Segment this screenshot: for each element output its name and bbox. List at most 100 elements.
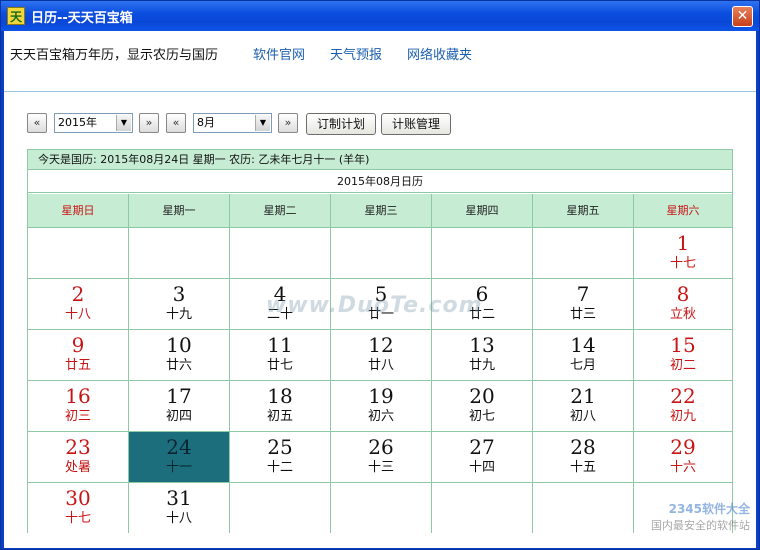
day-number: 11 — [267, 333, 293, 357]
next-year-button[interactable]: » — [139, 113, 159, 133]
day-number: 13 — [469, 333, 495, 357]
calendar-grid: 1 十七 2 十八 3 十九 4 二十 5 廿一 6 廿二 7 廿三 8 立秋 9 廿五 10 廿六 11 廿七 12 廿八 1… — [28, 227, 732, 533]
day-cell[interactable]: 26 十三 — [331, 431, 432, 482]
accounts-button[interactable]: 计账管理 — [381, 113, 451, 135]
day-cell[interactable]: 22 初九 — [634, 380, 732, 431]
lunar-date: 立秋 — [669, 307, 696, 322]
lunar-date: 十四 — [468, 460, 495, 475]
day-cell[interactable]: 28 十五 — [533, 431, 634, 482]
app-icon: 天 — [7, 7, 25, 25]
empty-cell — [331, 482, 432, 533]
lunar-date: 十八 — [165, 511, 192, 526]
day-number: 23 — [65, 435, 91, 459]
day-number: 1 — [676, 231, 690, 255]
day-number: 26 — [368, 435, 394, 459]
day-number: 22 — [670, 384, 696, 408]
day-number: 20 — [469, 384, 495, 408]
day-number: 30 — [65, 486, 91, 510]
day-cell[interactable]: 15 初二 — [634, 329, 732, 380]
weekday-label: 星期一 — [129, 194, 230, 227]
corner-watermark-logo: 2345软件大全 国内最安全的软件站 — [651, 502, 750, 532]
prev-month-button[interactable]: « — [166, 113, 186, 133]
weekday-label: 星期五 — [533, 194, 634, 227]
client-area: 天天百宝箱万年历，显示农历与国历 软件官网 天气预报 网络收藏夹 « 2015年… — [4, 31, 756, 548]
day-cell[interactable]: 16 初三 — [28, 380, 129, 431]
link-official-site[interactable]: 软件官网 — [253, 44, 305, 63]
day-cell[interactable]: 11 廿七 — [230, 329, 331, 380]
lunar-date: 初八 — [569, 409, 596, 424]
lunar-date: 初七 — [468, 409, 495, 424]
day-number: 19 — [368, 384, 394, 408]
day-cell[interactable]: 25 十二 — [230, 431, 331, 482]
dropdown-arrow-icon[interactable]: ▼ — [255, 115, 270, 131]
empty-cell — [129, 227, 230, 278]
day-cell[interactable]: 2 十八 — [28, 278, 129, 329]
day-cell[interactable]: 3 十九 — [129, 278, 230, 329]
link-favorites[interactable]: 网络收藏夹 — [407, 44, 472, 63]
empty-cell — [331, 227, 432, 278]
empty-cell — [230, 482, 331, 533]
day-number: 7 — [576, 282, 590, 306]
day-cell[interactable]: 13 廿九 — [432, 329, 533, 380]
day-cell[interactable]: 10 廿六 — [129, 329, 230, 380]
day-cell[interactable]: 20 初七 — [432, 380, 533, 431]
title-bar[interactable]: 天 日历--天天百宝箱 ✕ — [1, 1, 759, 31]
day-cell[interactable]: 7 廿三 — [533, 278, 634, 329]
empty-cell — [432, 482, 533, 533]
lunar-date: 廿五 — [64, 358, 91, 373]
lunar-date: 七月 — [569, 358, 596, 373]
day-cell[interactable]: 27 十四 — [432, 431, 533, 482]
day-number: 14 — [570, 333, 596, 357]
lunar-date: 初九 — [669, 409, 696, 424]
calendar: 今天是国历: 2015年08月24日 星期一 农历: 乙未年七月十一 (羊年) … — [27, 149, 733, 533]
weekday-label: 星期六 — [666, 204, 700, 217]
month-label: 2015年08月日历 — [28, 171, 732, 193]
day-number: 27 — [469, 435, 495, 459]
lunar-date: 十二 — [266, 460, 293, 475]
empty-cell — [28, 227, 129, 278]
day-cell[interactable]: 9 廿五 — [28, 329, 129, 380]
year-select[interactable]: 2015年 ▼ — [54, 113, 133, 133]
next-month-button[interactable]: » — [278, 113, 298, 133]
day-cell[interactable]: 23 处暑 — [28, 431, 129, 482]
day-number: 8 — [676, 282, 690, 306]
plan-button[interactable]: 订制计划 — [306, 113, 376, 135]
day-number: 2 — [71, 282, 85, 306]
close-button[interactable]: ✕ — [732, 6, 753, 27]
day-cell[interactable]: 14 七月 — [533, 329, 634, 380]
lunar-date: 十七 — [669, 256, 696, 271]
month-select[interactable]: 8月 ▼ — [193, 113, 272, 133]
divider — [4, 91, 756, 92]
toolbar: « 2015年 ▼ » « 8月 ▼ » 订制计划 计账管理 — [27, 113, 547, 135]
year-select-value: 2015年 — [58, 116, 97, 129]
day-cell[interactable]: 24 十一 — [129, 431, 230, 482]
day-cell[interactable]: 17 初四 — [129, 380, 230, 431]
day-cell[interactable]: 21 初八 — [533, 380, 634, 431]
day-cell[interactable]: 1 十七 — [634, 227, 732, 278]
month-select-value: 8月 — [197, 116, 215, 129]
watermark-logo: www.DuoTe.com — [266, 293, 483, 318]
lunar-date: 十一 — [165, 460, 192, 475]
day-cell[interactable]: 30 十七 — [28, 482, 129, 533]
day-cell[interactable]: 31 十八 — [129, 482, 230, 533]
day-number: 31 — [166, 486, 192, 510]
day-number: 25 — [267, 435, 293, 459]
day-cell[interactable]: 19 初六 — [331, 380, 432, 431]
lunar-date: 初三 — [64, 409, 91, 424]
day-cell[interactable]: 12 廿八 — [331, 329, 432, 380]
day-cell[interactable]: 8 立秋 — [634, 278, 732, 329]
dropdown-arrow-icon[interactable]: ▼ — [116, 115, 131, 131]
link-weather[interactable]: 天气预报 — [330, 44, 382, 63]
day-cell[interactable]: 29 十六 — [634, 431, 732, 482]
day-cell[interactable]: 18 初五 — [230, 380, 331, 431]
weekday-header: 星期日 星期一 星期二 星期三 星期四 星期五 星期六 — [28, 194, 732, 227]
day-number: 12 — [368, 333, 394, 357]
lunar-date: 十六 — [669, 460, 696, 475]
lunar-date: 十八 — [64, 307, 91, 322]
window-title: 日历--天天百宝箱 — [31, 11, 133, 26]
empty-cell — [230, 227, 331, 278]
prev-year-button[interactable]: « — [27, 113, 47, 133]
lunar-date: 初二 — [669, 358, 696, 373]
lunar-date: 十九 — [165, 307, 192, 322]
empty-cell — [533, 482, 634, 533]
